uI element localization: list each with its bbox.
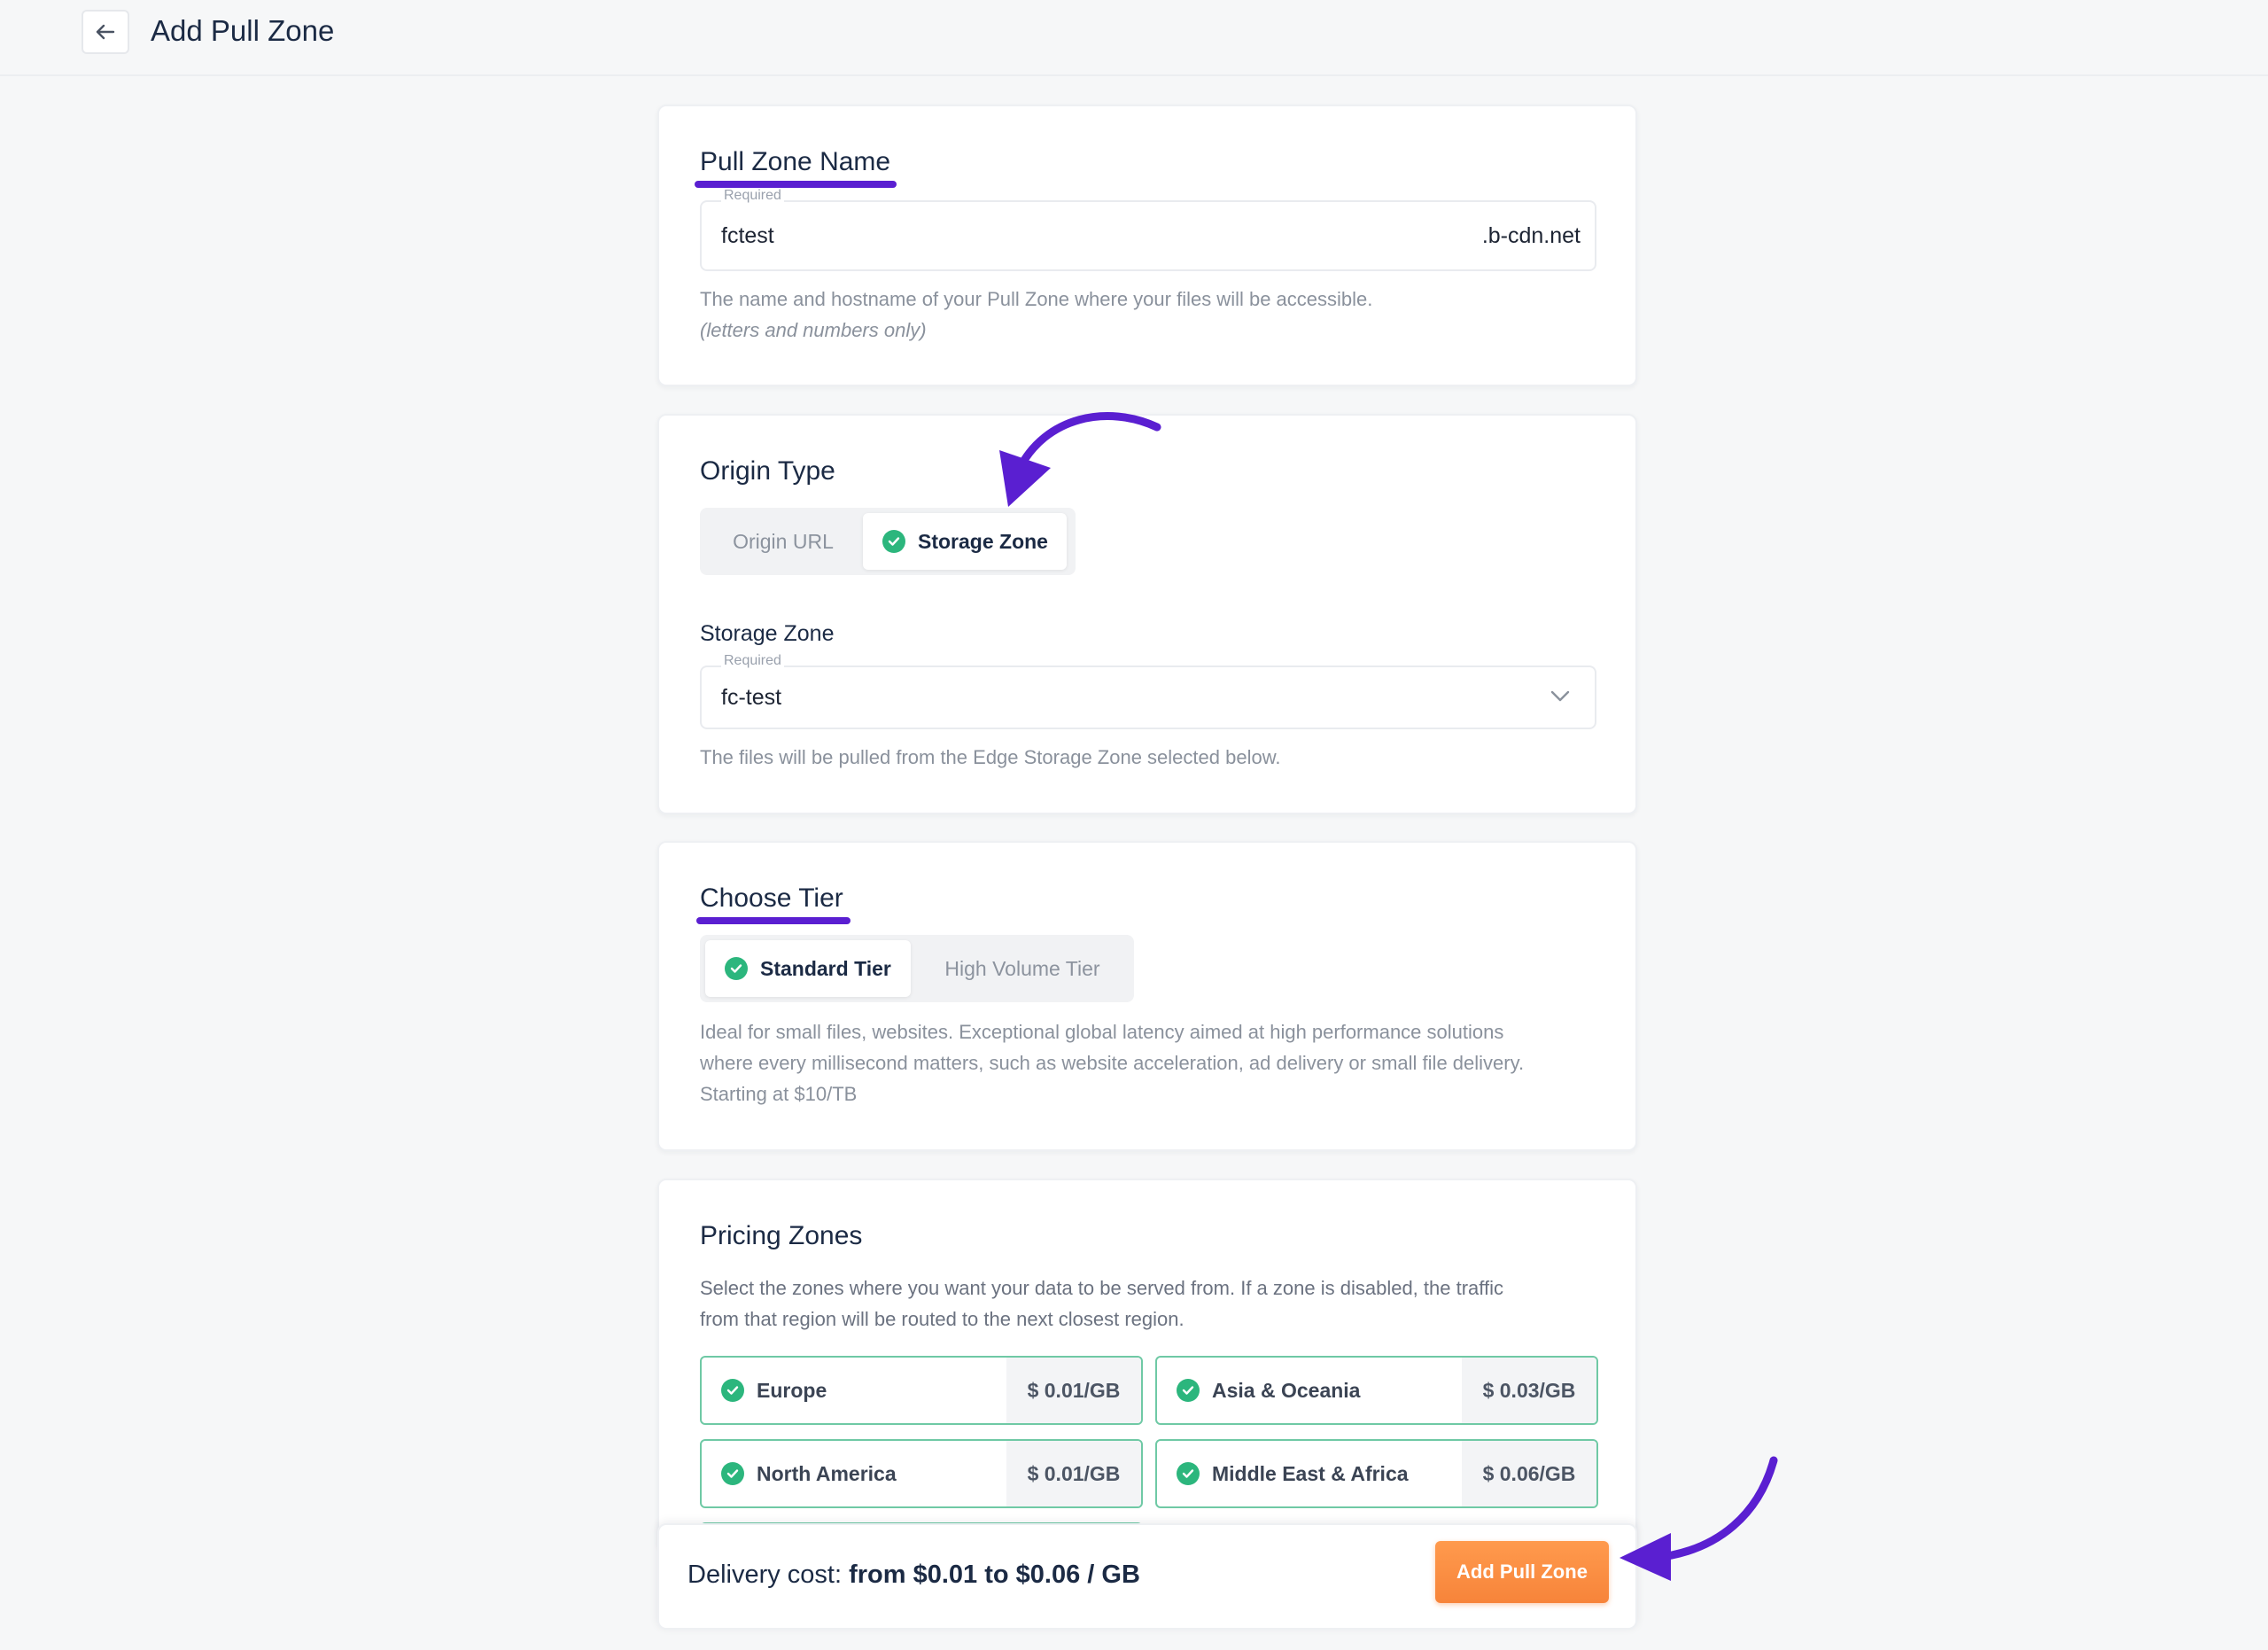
zone-name: North America: [721, 1441, 897, 1506]
pricing-zones-help: Select the zones where you want your dat…: [700, 1273, 1503, 1335]
origin-url-label: Origin URL: [733, 529, 834, 553]
add-pull-zone-button[interactable]: Add Pull Zone: [1435, 1541, 1609, 1603]
zone-name-label: Asia & Oceania: [1212, 1378, 1361, 1402]
delivery-cost: Delivery cost: from $0.01 to $0.06 / GB: [687, 1560, 1140, 1590]
storage-zone-help: The files will be pulled from the Edge S…: [700, 746, 1281, 768]
title-underline-annotation: [695, 181, 897, 188]
help-line: from that region will be routed to the n…: [700, 1308, 1184, 1330]
storage-zone-selected-value: fc-test: [721, 685, 782, 710]
check-circle-icon: [1177, 1379, 1200, 1402]
zone-name-label: North America: [757, 1461, 897, 1485]
zone-price: $ 0.03/GB: [1462, 1358, 1596, 1423]
tier-toggle: Standard Tier High Volume Tier: [700, 935, 1134, 1002]
pull-zone-name-field[interactable]: Required fctest .b-cdn.net: [700, 188, 1596, 271]
page-title: Add Pull Zone: [151, 14, 335, 47]
help-line: Starting at $10/TB: [700, 1083, 858, 1105]
zone-middle-east-africa[interactable]: Middle East & Africa $ 0.06/GB: [1155, 1439, 1598, 1508]
arrow-annotation-icon: [1619, 1456, 1778, 1581]
hostname-suffix: .b-cdn.net: [1481, 223, 1581, 248]
zone-europe[interactable]: Europe $ 0.01/GB: [700, 1356, 1143, 1425]
arrow-left-icon: [96, 24, 115, 40]
check-circle-icon: [1177, 1462, 1200, 1485]
high-volume-tier-option[interactable]: High Volume Tier: [916, 940, 1129, 997]
title-underline-annotation: [696, 917, 850, 924]
pull-zone-name-card: Pull Zone Name Required fctest .b-cdn.ne…: [657, 105, 1637, 386]
delivery-cost-footer: Delivery cost: from $0.01 to $0.06 / GB …: [657, 1523, 1637, 1630]
check-circle-icon: [721, 1462, 744, 1485]
zone-price: $ 0.01/GB: [1006, 1441, 1141, 1506]
choose-tier-card: Choose Tier Standard Tier High Volume Ti…: [657, 841, 1637, 1151]
pricing-zones-title: Pricing Zones: [700, 1221, 863, 1250]
check-circle-icon: [721, 1379, 744, 1402]
top-bar: Add Pull Zone: [0, 0, 2268, 76]
storage-zone-label: Storage Zone: [700, 621, 835, 646]
origin-type-toggle: Origin URL Storage Zone: [700, 508, 1076, 575]
storage-zone-option[interactable]: Storage Zone: [863, 513, 1067, 570]
zone-price: $ 0.06/GB: [1462, 1441, 1596, 1506]
help-line: Ideal for small files, websites. Excepti…: [700, 1021, 1504, 1043]
origin-type-card: Origin Type Origin URL Storage Zone Stor…: [657, 414, 1637, 814]
chevron-down-icon: [1550, 690, 1570, 702]
storage-zone-option-label: Storage Zone: [918, 529, 1048, 553]
zone-name: Asia & Oceania: [1177, 1358, 1360, 1423]
help-line: Select the zones where you want your dat…: [700, 1277, 1503, 1299]
field-required-label: Required: [721, 653, 784, 669]
choose-tier-title: Choose Tier: [700, 883, 843, 913]
origin-url-option[interactable]: Origin URL: [705, 513, 861, 570]
help-line-italic: (letters and numbers only): [700, 319, 927, 341]
zone-price: $ 0.01/GB: [1006, 1358, 1141, 1423]
pull-zone-name-input[interactable]: fctest: [721, 223, 774, 249]
pull-zone-name-title: Pull Zone Name: [700, 147, 891, 176]
high-volume-tier-label: High Volume Tier: [944, 956, 1100, 980]
check-circle-icon: [725, 957, 748, 980]
tier-help: Ideal for small files, websites. Excepti…: [700, 1016, 1524, 1109]
zone-name: Europe: [721, 1358, 827, 1423]
zone-name-label: Europe: [757, 1378, 827, 1402]
delivery-cost-label: Delivery cost:: [687, 1560, 843, 1589]
storage-zone-select[interactable]: Required fc-test: [700, 653, 1596, 729]
standard-tier-label: Standard Tier: [760, 956, 891, 980]
zone-name-label: Middle East & Africa: [1212, 1461, 1409, 1485]
back-button[interactable]: [82, 10, 129, 54]
field-required-label: Required: [721, 188, 784, 204]
standard-tier-option[interactable]: Standard Tier: [705, 940, 911, 997]
help-line: where every millisecond matters, such as…: [700, 1052, 1525, 1074]
zone-name: Middle East & Africa: [1177, 1441, 1409, 1506]
check-circle-icon: [882, 530, 905, 553]
pricing-zones-card: Pricing Zones Select the zones where you…: [657, 1179, 1637, 1558]
pull-zone-name-help: The name and hostname of your Pull Zone …: [700, 284, 1372, 346]
origin-type-title: Origin Type: [700, 456, 835, 486]
help-line: The name and hostname of your Pull Zone …: [700, 288, 1373, 310]
zone-asia-oceania[interactable]: Asia & Oceania $ 0.03/GB: [1155, 1356, 1598, 1425]
delivery-cost-value: from $0.01 to $0.06 / GB: [849, 1560, 1140, 1589]
zone-north-america[interactable]: North America $ 0.01/GB: [700, 1439, 1143, 1508]
